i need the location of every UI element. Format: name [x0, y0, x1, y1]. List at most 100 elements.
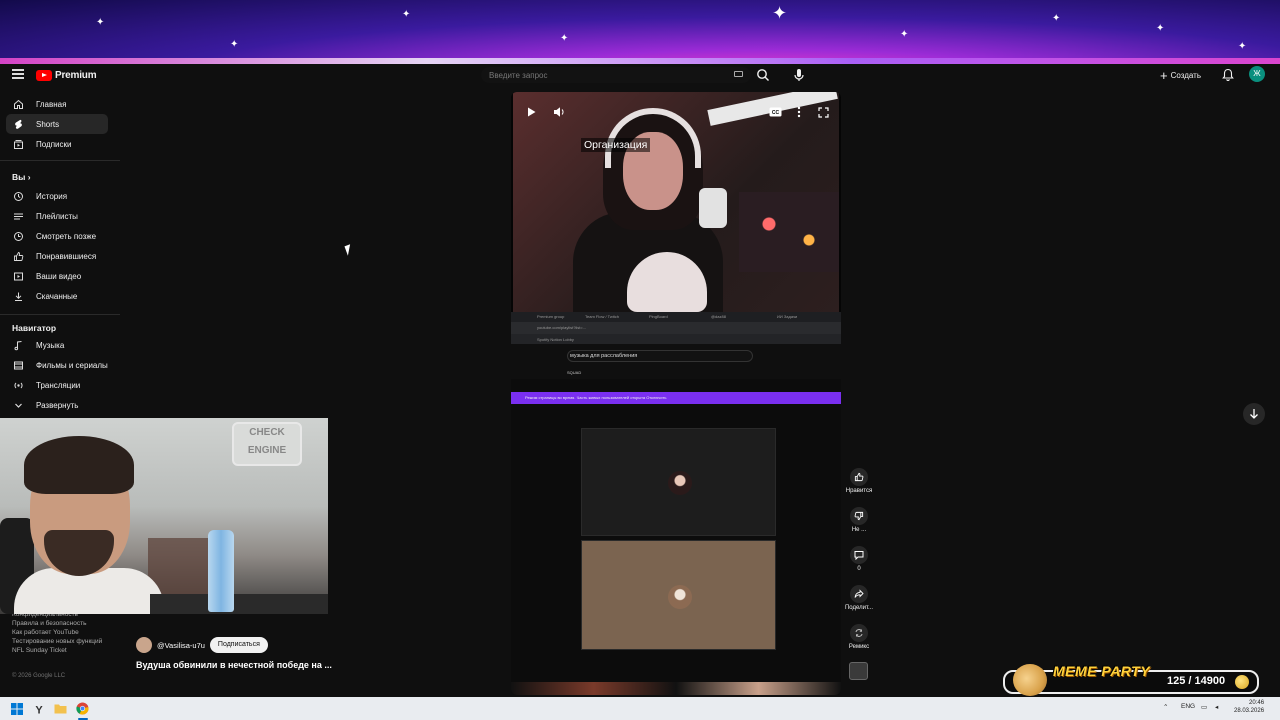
start-button[interactable]: [9, 701, 24, 716]
short-title[interactable]: Вудуша обвинили в нечестной победе на ..…: [136, 660, 332, 670]
footer-link[interactable]: Как работает YouTube: [12, 628, 122, 637]
file-explorer-button[interactable]: [53, 701, 68, 716]
fullscreen-button[interactable]: [816, 105, 830, 119]
sidebar-item-label: Трансляции: [36, 380, 81, 390]
captions-button[interactable]: CC: [768, 105, 782, 119]
mouse-cursor: [344, 244, 354, 256]
sidebar-item-label: Подписки: [36, 139, 72, 149]
watch-later-icon: [12, 230, 24, 242]
streamer-hair: [24, 436, 134, 494]
sidebar-item-downloads[interactable]: Скачанные: [6, 286, 108, 306]
sparkle-icon: ✦: [560, 33, 569, 44]
sidebar-item-history[interactable]: История: [6, 186, 108, 206]
chrome-button[interactable]: [75, 701, 90, 716]
windows-icon: [10, 702, 23, 715]
sidebar-item-shorts[interactable]: Shorts: [6, 114, 108, 134]
sidebar-divider: [0, 160, 120, 161]
sidebar-item-music[interactable]: Музыка: [6, 335, 108, 355]
short-video-player[interactable]: Premium group Team Flow / Twitch PingBoa…: [511, 92, 841, 695]
search-box[interactable]: [481, 67, 751, 83]
footer-link[interactable]: NFL Sunday Ticket: [12, 646, 122, 655]
sidebar-navigator-heading: Навигатор: [12, 323, 57, 333]
sidebar-item-playlists[interactable]: Плейлисты: [6, 206, 108, 226]
sidebar-item-label: Скачанные: [36, 291, 78, 301]
like-button[interactable]: Нравится: [842, 468, 876, 494]
sidebar-item-expand[interactable]: Развернуть: [6, 395, 108, 415]
sidebar-item-label: Ваши видео: [36, 271, 82, 281]
search-icon: [757, 69, 769, 81]
search-button[interactable]: [756, 68, 770, 82]
meme-party-score: 125 / 14900: [1167, 675, 1226, 687]
coin-icon: [1235, 675, 1249, 689]
language-indicator[interactable]: ENG: [1181, 703, 1195, 710]
sidebar-item-label: Развернуть: [36, 400, 79, 410]
live-icon: [12, 379, 24, 391]
stream-banner: ✦ ✦ ✦ ✦ ✦ ✦ ✦ ✦ ✦: [0, 0, 1280, 64]
comment-icon: [854, 551, 864, 560]
more-options-button[interactable]: [792, 105, 806, 119]
sidebar-item-label: Понравившиеся: [36, 251, 97, 261]
play-button[interactable]: [524, 105, 538, 119]
subscribe-button[interactable]: Подписаться: [209, 637, 268, 653]
channel-avatar[interactable]: [136, 637, 152, 653]
voice-search-button[interactable]: [792, 67, 806, 83]
dislike-button[interactable]: Не ...: [842, 507, 876, 533]
sidebar-item-label: Музыка: [36, 340, 65, 350]
footer-link[interactable]: Тестирование новых функций: [12, 637, 122, 646]
channel-name[interactable]: @Vasilisa-u7u: [157, 641, 205, 650]
inner-call-tile: [581, 540, 776, 650]
keyboard-icon[interactable]: [734, 71, 743, 77]
screen: ✦ ✦ ✦ ✦ ✦ ✦ ✦ ✦ ✦ Premium + Создать Ж: [0, 0, 1280, 720]
sound-thumbnail[interactable]: [849, 662, 868, 680]
folder-icon: [54, 704, 67, 714]
remix-label: Ремикс: [848, 644, 870, 650]
your-videos-icon: [12, 270, 24, 282]
svg-text:Y: Y: [35, 704, 43, 715]
comments-button[interactable]: 0: [842, 546, 876, 572]
network-icon[interactable]: ▭: [1201, 703, 1207, 711]
play-icon: [528, 107, 536, 117]
sidebar-item-live[interactable]: Трансляции: [6, 375, 108, 395]
remix-icon: [855, 629, 863, 637]
share-button[interactable]: Поделит...: [842, 585, 876, 611]
sparkle-icon: ✦: [1238, 41, 1247, 52]
sparkle-icon: ✦: [900, 29, 909, 40]
volume-button[interactable]: [552, 105, 566, 119]
windows-taskbar: Y ⌃ ENG ▭ ◂ 20:46 28.03.2026: [0, 697, 1280, 720]
volume-tray-icon[interactable]: ◂: [1215, 703, 1218, 711]
account-avatar[interactable]: Ж: [1249, 66, 1265, 82]
sparkle-icon: ✦: [1052, 13, 1061, 24]
sidebar-item-watch-later[interactable]: Смотреть позже: [6, 226, 108, 246]
share-icon: [854, 589, 864, 598]
sidebar-item-liked[interactable]: Понравившиеся: [6, 246, 108, 266]
sidebar-item-subscriptions[interactable]: Подписки: [6, 134, 108, 154]
search-input[interactable]: [489, 69, 729, 81]
remix-button[interactable]: Ремикс: [842, 624, 876, 650]
downloads-icon: [12, 290, 24, 302]
tray-chevron-up-icon[interactable]: ⌃: [1163, 703, 1168, 711]
youtube-logo[interactable]: Premium: [36, 68, 97, 82]
bell-icon: [1222, 68, 1234, 81]
create-button[interactable]: + Создать: [1160, 67, 1201, 83]
notifications-button[interactable]: [1222, 68, 1234, 81]
music-icon: [12, 339, 24, 351]
clock-time: 20:46: [1249, 700, 1265, 706]
next-short-button[interactable]: [1243, 403, 1265, 425]
inner-youtube-header: музыка для расслабления SQUAD: [511, 344, 841, 379]
sidebar-divider: [0, 314, 120, 315]
youtube-play-icon: [36, 69, 52, 81]
footer-link[interactable]: Правила и безопасность: [12, 619, 122, 628]
system-clock[interactable]: 20:46 28.03.2026: [1234, 699, 1264, 715]
shorts-icon: [12, 118, 24, 130]
sidebar-item-your-videos[interactable]: Ваши видео: [6, 266, 108, 286]
inner-search-box: музыка для расслабления: [567, 350, 753, 362]
sidebar-you-heading[interactable]: Вы ›: [12, 172, 31, 182]
dislike-label: Не ...: [851, 527, 867, 533]
yandex-browser-button[interactable]: Y: [31, 701, 46, 716]
sidebar-item-movies[interactable]: Фильмы и сериалы: [6, 355, 108, 375]
fullscreen-icon: [817, 106, 829, 118]
water-bottle: [208, 530, 234, 612]
menu-icon[interactable]: [12, 69, 24, 79]
sidebar-item-home[interactable]: Главная: [6, 94, 108, 114]
dislike-icon: [854, 511, 864, 521]
